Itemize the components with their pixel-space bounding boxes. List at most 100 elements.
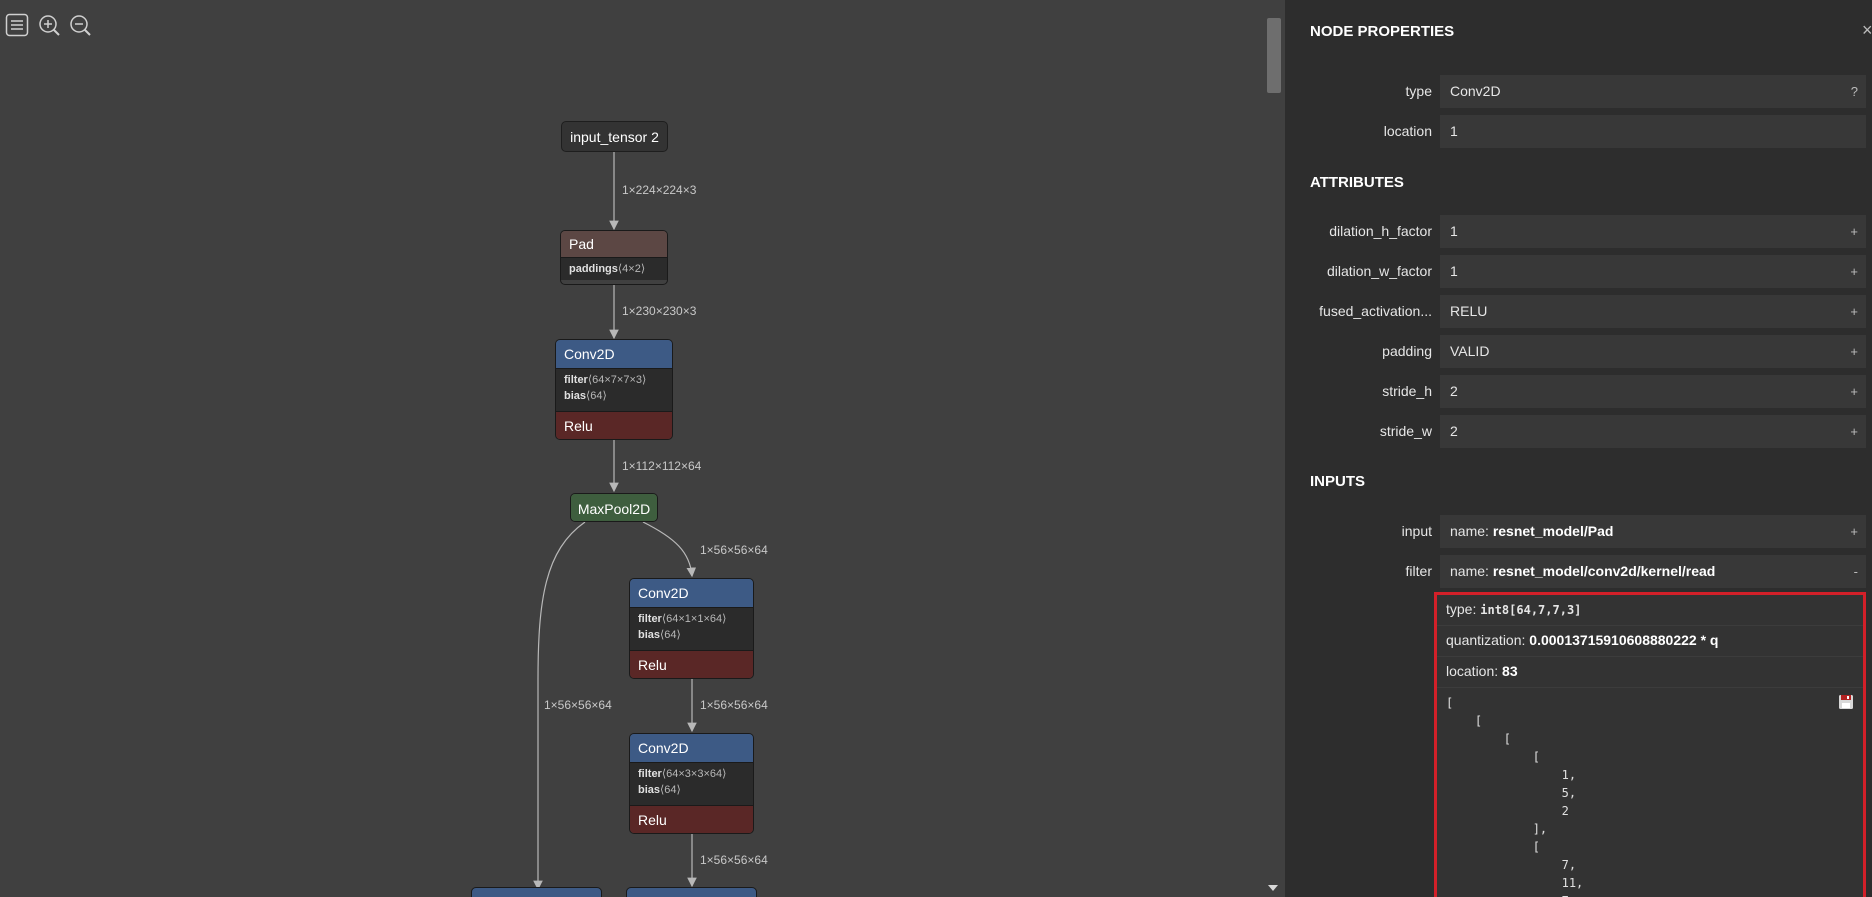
node-input-tensor[interactable]: input_tensor 2 bbox=[561, 121, 668, 152]
node-maxpool-label: MaxPool2D bbox=[577, 500, 651, 517]
attributes-title: ATTRIBUTES bbox=[1310, 174, 1404, 191]
prop-location-value: 1 bbox=[1440, 115, 1866, 148]
prop-location: location 1 bbox=[1285, 115, 1872, 148]
node-conv1-filter-name: filter bbox=[564, 374, 588, 386]
collapse-button[interactable]: - bbox=[1854, 555, 1858, 588]
node-conv2d-3[interactable]: Conv2D filter⟨64×3×3×64⟩ bias⟨64⟩ Relu bbox=[629, 733, 754, 834]
edge-maxpool-conv2 bbox=[642, 521, 697, 578]
attr-value-text: 1 bbox=[1450, 223, 1458, 239]
node-conv1-activation-label: Relu bbox=[564, 417, 593, 434]
attr-row: padding VALID + bbox=[1285, 335, 1872, 368]
node-conv2-activation-label: Relu bbox=[638, 656, 667, 673]
input-value-text: resnet_model/Pad bbox=[1492, 523, 1614, 539]
node-conv3-bias-name: bias bbox=[638, 784, 661, 796]
edge-label-conv2-conv3: 1×56×56×64 bbox=[700, 698, 768, 712]
tensor-type-prefix: type: bbox=[1446, 601, 1481, 617]
attr-value-text: VALID bbox=[1450, 343, 1490, 359]
node-partial-left[interactable] bbox=[471, 887, 602, 897]
panel-title: NODE PROPERTIES bbox=[1310, 23, 1455, 40]
node-conv3-bias-value: ⟨64⟩ bbox=[660, 784, 681, 796]
tensor-quantization: quantization: 0.00013715910608880222 * q bbox=[1437, 626, 1863, 657]
tensor-quant-value: 0.00013715910608880222 * q bbox=[1529, 632, 1719, 648]
attr-value: 2 + bbox=[1440, 375, 1866, 408]
expand-button[interactable]: + bbox=[1850, 415, 1858, 448]
node-conv3-filter-value: ⟨64×3×3×64⟩ bbox=[661, 768, 727, 780]
attr-value: VALID + bbox=[1440, 335, 1866, 368]
attr-row: dilation_h_factor 1 + bbox=[1285, 215, 1872, 248]
node-conv2-filter-value: ⟨64×1×1×64⟩ bbox=[661, 613, 727, 625]
tensor-data-view[interactable]: [ [ [ [ 1, 5, 2 ], [ 7, 11, 7, bbox=[1437, 688, 1863, 897]
attr-value: RELU + bbox=[1440, 295, 1866, 328]
node-conv2-bias-value: ⟨64⟩ bbox=[660, 629, 681, 641]
node-conv3-header: Conv2D bbox=[630, 734, 753, 762]
input-row: input name: resnet_model/Pad + bbox=[1285, 515, 1872, 548]
input-prefix: name: bbox=[1450, 523, 1493, 539]
close-icon[interactable]: × bbox=[1862, 20, 1872, 41]
attr-name: stride_h bbox=[1382, 383, 1432, 399]
node-partial-right[interactable] bbox=[626, 887, 757, 897]
edge-label-maxpool-branch: 1×56×56×64 bbox=[544, 698, 612, 712]
node-pad-attrs: paddings⟨4×2⟩ bbox=[561, 257, 667, 280]
node-conv3-filter-name: filter bbox=[638, 768, 662, 780]
node-pad-attr-value: ⟨4×2⟩ bbox=[617, 263, 646, 275]
tensor-details-highlight: type: int8[64,7,7,3] quantization: 0.000… bbox=[1434, 592, 1866, 897]
attr-name: stride_w bbox=[1379, 423, 1432, 439]
attr-row: stride_h 2 + bbox=[1285, 375, 1872, 408]
attr-row: stride_w 2 + bbox=[1285, 415, 1872, 448]
node-conv3-attrs: filter⟨64×3×3×64⟩ bias⟨64⟩ bbox=[630, 762, 753, 805]
scroll-down-icon[interactable] bbox=[1268, 885, 1278, 891]
node-conv2-filter-name: filter bbox=[638, 613, 662, 625]
expand-button[interactable]: + bbox=[1850, 255, 1858, 288]
attr-name: padding bbox=[1382, 343, 1432, 359]
prop-type-text: Conv2D bbox=[1450, 83, 1501, 99]
node-conv2d-1[interactable]: Conv2D filter⟨64×7×7×3⟩ bias⟨64⟩ Relu bbox=[555, 339, 673, 440]
node-conv2-activation: Relu bbox=[630, 650, 753, 678]
node-maxpool2d[interactable]: MaxPool2D bbox=[570, 493, 658, 522]
prop-type-label: type bbox=[1405, 83, 1432, 99]
help-icon[interactable]: ? bbox=[1851, 75, 1858, 108]
input-value-text: resnet_model/conv2d/kernel/read bbox=[1492, 563, 1716, 579]
expand-button[interactable]: + bbox=[1850, 215, 1858, 248]
edge-label-input-pad: 1×224×224×3 bbox=[622, 183, 697, 197]
node-conv3-activation: Relu bbox=[630, 805, 753, 833]
save-icon[interactable] bbox=[1838, 694, 1854, 710]
node-conv2-label: Conv2D bbox=[638, 585, 689, 601]
tensor-loc-prefix: location: bbox=[1446, 663, 1503, 679]
node-conv1-filter-value: ⟨64×7×7×3⟩ bbox=[587, 374, 647, 386]
prop-location-label: location bbox=[1383, 123, 1432, 139]
tensor-type: type: int8[64,7,7,3] bbox=[1437, 595, 1863, 626]
node-conv1-attrs: filter⟨64×7×7×3⟩ bias⟨64⟩ bbox=[556, 368, 672, 411]
node-conv2-bias-name: bias bbox=[638, 629, 661, 641]
expand-button[interactable]: + bbox=[1850, 335, 1858, 368]
input-value: name: resnet_model/Pad + bbox=[1440, 515, 1866, 548]
node-conv1-bias-value: ⟨64⟩ bbox=[586, 390, 607, 402]
scrollbar-thumb[interactable] bbox=[1267, 18, 1281, 93]
node-pad-attr-name: paddings bbox=[569, 263, 618, 275]
attr-value-text: 2 bbox=[1450, 423, 1458, 439]
prop-type: type Conv2D ? bbox=[1285, 75, 1872, 108]
input-row: filter name: resnet_model/conv2d/kernel/… bbox=[1285, 555, 1872, 588]
expand-button[interactable]: + bbox=[1850, 375, 1858, 408]
tensor-location: location: 83 bbox=[1437, 657, 1863, 688]
graph-canvas[interactable]: 1×224×224×3 1×230×230×3 1×112×112×64 1×5… bbox=[0, 0, 1282, 897]
node-conv2-attrs: filter⟨64×1×1×64⟩ bias⟨64⟩ bbox=[630, 607, 753, 650]
edge-label-conv3-next: 1×56×56×64 bbox=[700, 853, 768, 867]
attr-value-text: 2 bbox=[1450, 383, 1458, 399]
graph-scrollbar[interactable] bbox=[1263, 0, 1282, 897]
attr-value: 2 + bbox=[1440, 415, 1866, 448]
node-conv2d-2[interactable]: Conv2D filter⟨64×1×1×64⟩ bias⟨64⟩ Relu bbox=[629, 578, 754, 679]
node-conv1-bias-name: bias bbox=[564, 390, 587, 402]
expand-button[interactable]: + bbox=[1850, 295, 1858, 328]
node-pad[interactable]: Pad paddings⟨4×2⟩ bbox=[560, 230, 668, 285]
attr-name: dilation_w_factor bbox=[1326, 263, 1432, 279]
node-properties-panel: NODE PROPERTIES × type Conv2D ? location… bbox=[1285, 0, 1872, 897]
edge-label-pad-conv: 1×230×230×3 bbox=[622, 304, 697, 318]
node-maxpool-header: MaxPool2D bbox=[571, 494, 657, 521]
attr-value-text: RELU bbox=[1450, 303, 1488, 319]
tensor-quant-prefix: quantization: bbox=[1446, 632, 1530, 648]
inputs-title: INPUTS bbox=[1310, 473, 1366, 490]
netron-app: 1×224×224×3 1×230×230×3 1×112×112×64 1×5… bbox=[0, 0, 1872, 897]
expand-button[interactable]: + bbox=[1850, 515, 1858, 548]
attr-value-text: 1 bbox=[1450, 263, 1458, 279]
node-conv3-activation-label: Relu bbox=[638, 811, 667, 828]
